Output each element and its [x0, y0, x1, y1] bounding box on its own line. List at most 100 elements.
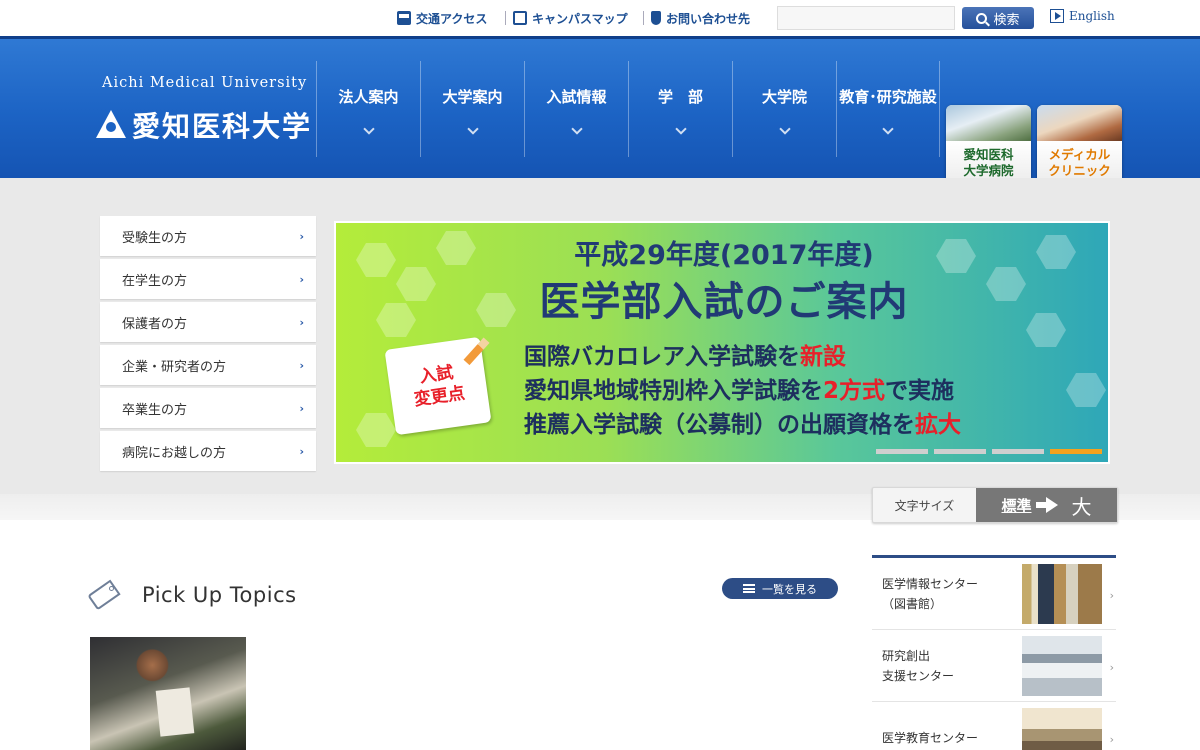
nav-admissions[interactable]: 入試情報	[524, 61, 628, 157]
facility-link-library[interactable]: 医学情報センター （図書館） ›	[872, 558, 1116, 630]
tag-icon	[87, 579, 124, 611]
contact-link[interactable]: お問い合わせ先	[642, 9, 751, 27]
chevron-right-icon: ›	[1109, 661, 1114, 674]
chevron-right-icon: ›	[1109, 589, 1114, 602]
banner-change-text: 推薦入学試験（公募制）の出願資格を	[524, 412, 915, 438]
nav-label: 教育･研究施設	[839, 87, 937, 106]
nav-facilities[interactable]: 教育･研究施設	[836, 61, 940, 157]
play-icon	[1050, 9, 1064, 23]
chevron-down-icon	[882, 122, 894, 135]
facility-label-line2: （図書館）	[882, 596, 943, 611]
arrow-right-icon	[1035, 497, 1058, 513]
audience-item-applicants[interactable]: 受験生の方 ›	[100, 216, 316, 256]
chevron-down-icon	[362, 122, 375, 135]
nav-about[interactable]: 大学案内	[420, 61, 524, 157]
nav-label: 入試情報	[546, 87, 607, 106]
chevron-right-icon: ›	[299, 444, 304, 458]
facility-label-line1: 研究創出	[882, 648, 931, 663]
search-button[interactable]: 検索	[962, 7, 1034, 29]
global-nav: 法人案内 大学案内 入試情報 学 部 大学院 教育･研究施設	[316, 61, 940, 157]
banner-change-text: 愛知県地域特別枠入学試験を	[524, 378, 823, 404]
list-icon	[743, 584, 755, 593]
chevron-right-icon: ›	[299, 358, 304, 372]
audience-label: 保護者の方	[122, 316, 188, 332]
map-icon	[513, 11, 527, 25]
hospital-label-line2: 大学病院	[963, 162, 1014, 178]
campus-map-label: キャンパスマップ	[532, 11, 628, 26]
chevron-down-icon	[674, 122, 687, 135]
slide-indicators	[876, 449, 1108, 454]
audience-label: 受験生の方	[122, 230, 188, 246]
nav-faculty[interactable]: 学 部	[628, 61, 732, 157]
chevron-down-icon	[570, 122, 583, 135]
phone-icon	[651, 11, 661, 25]
banner-change-2: 愛知県地域特別枠入学試験を2方式で実施	[524, 371, 954, 405]
font-size-large-button[interactable]: 大	[1072, 491, 1092, 520]
logo-english[interactable]: Aichi Medical University	[102, 75, 307, 91]
clinic-photo	[1037, 105, 1122, 141]
contact-label: お問い合わせ先	[666, 11, 751, 26]
audience-label: 病院にお越しの方	[122, 445, 227, 461]
campus-map-link[interactable]: キャンパスマップ	[505, 9, 628, 27]
hexagon-decoration	[356, 413, 396, 447]
audience-item-hospital-visitors[interactable]: 病院にお越しの方 ›	[100, 431, 316, 471]
font-size-standard-button[interactable]: 標準	[1001, 495, 1031, 516]
search-button-label: 検索	[993, 12, 1020, 28]
audience-label: 在学生の方	[122, 273, 188, 289]
logo-japanese: 愛知医科大学	[132, 110, 313, 143]
facility-link-education-center[interactable]: 医学教育センター ›	[872, 702, 1116, 750]
banner-change-highlight: 2方式	[823, 378, 886, 404]
facility-label-line1: 医学情報センター	[882, 576, 979, 591]
banner-change-highlight: 新設	[800, 344, 846, 370]
banner-change-text: で実施	[885, 378, 955, 404]
admissions-banner[interactable]: 平成29年度(2017年度) 医学部入試のご案内 入試 変更点 国際バカロレア入…	[334, 221, 1110, 464]
chevron-down-icon	[778, 122, 791, 135]
font-size-label: 文字サイズ	[894, 498, 955, 513]
banner-change-highlight: 拡大	[915, 412, 961, 438]
audience-label: 卒業生の方	[122, 402, 188, 418]
view-all-button[interactable]: 一覧を見る	[722, 578, 838, 599]
audience-item-parents[interactable]: 保護者の方 ›	[100, 302, 316, 342]
chevron-right-icon: ›	[299, 401, 304, 415]
chevron-right-icon: ›	[1109, 733, 1114, 746]
clinic-label-line1: メディカル	[1048, 146, 1111, 162]
chevron-down-icon	[466, 122, 479, 135]
slide-indicator[interactable]	[934, 449, 986, 454]
lab-photo	[1022, 635, 1102, 696]
access-link[interactable]: 交通アクセス	[397, 9, 487, 27]
topic-thumbnail[interactable]	[90, 637, 246, 750]
clinic-label-line2: クリニック	[1048, 162, 1111, 178]
view-all-label: 一覧を見る	[762, 582, 817, 596]
facility-link-research-support[interactable]: 研究創出 支援センター ›	[872, 630, 1116, 702]
audience-item-students[interactable]: 在学生の方 ›	[100, 259, 316, 299]
chevron-right-icon: ›	[299, 272, 304, 286]
hexagon-decoration	[1066, 373, 1106, 407]
pickup-title: Pick Up Topics	[142, 583, 297, 607]
facility-label-line1: 医学教育センター	[882, 730, 979, 745]
logo[interactable]: 愛知医科大学	[96, 105, 312, 145]
slide-indicator[interactable]	[1050, 449, 1102, 454]
banner-title-year: 平成29年度(2017年度)	[574, 240, 874, 271]
chevron-right-icon: ›	[299, 229, 304, 243]
audience-menu: 受験生の方 › 在学生の方 › 保護者の方 › 企業・研究者の方 › 卒業生の方 › 病院…	[100, 216, 316, 474]
nav-graduate-school[interactable]: 大学院	[732, 61, 836, 157]
hospital-photo	[946, 105, 1031, 141]
search-icon	[976, 12, 988, 24]
slide-indicator[interactable]	[992, 449, 1044, 454]
facility-links: 医学情報センター （図書館） › 研究創出 支援センター › 医学教育センター …	[872, 555, 1116, 750]
pencil-icon	[463, 337, 490, 366]
english-link[interactable]: English	[1050, 9, 1115, 23]
facility-label-line2: 支援センター	[882, 668, 955, 683]
search-input[interactable]	[777, 6, 955, 30]
library-photo	[1022, 563, 1102, 624]
changes-badge: 入試 変更点	[384, 336, 492, 436]
font-size-control: 文字サイズ 標準 大	[872, 487, 1118, 523]
slide-indicator[interactable]	[876, 449, 928, 454]
chevron-right-icon: ›	[299, 315, 304, 329]
nav-label: 大学案内	[442, 87, 503, 106]
audience-item-companies[interactable]: 企業・研究者の方 ›	[100, 345, 316, 385]
university-emblem-icon	[96, 110, 126, 140]
audience-item-alumni[interactable]: 卒業生の方 ›	[100, 388, 316, 428]
nav-corporation[interactable]: 法人案内	[316, 61, 420, 157]
audience-label: 企業・研究者の方	[122, 359, 227, 375]
